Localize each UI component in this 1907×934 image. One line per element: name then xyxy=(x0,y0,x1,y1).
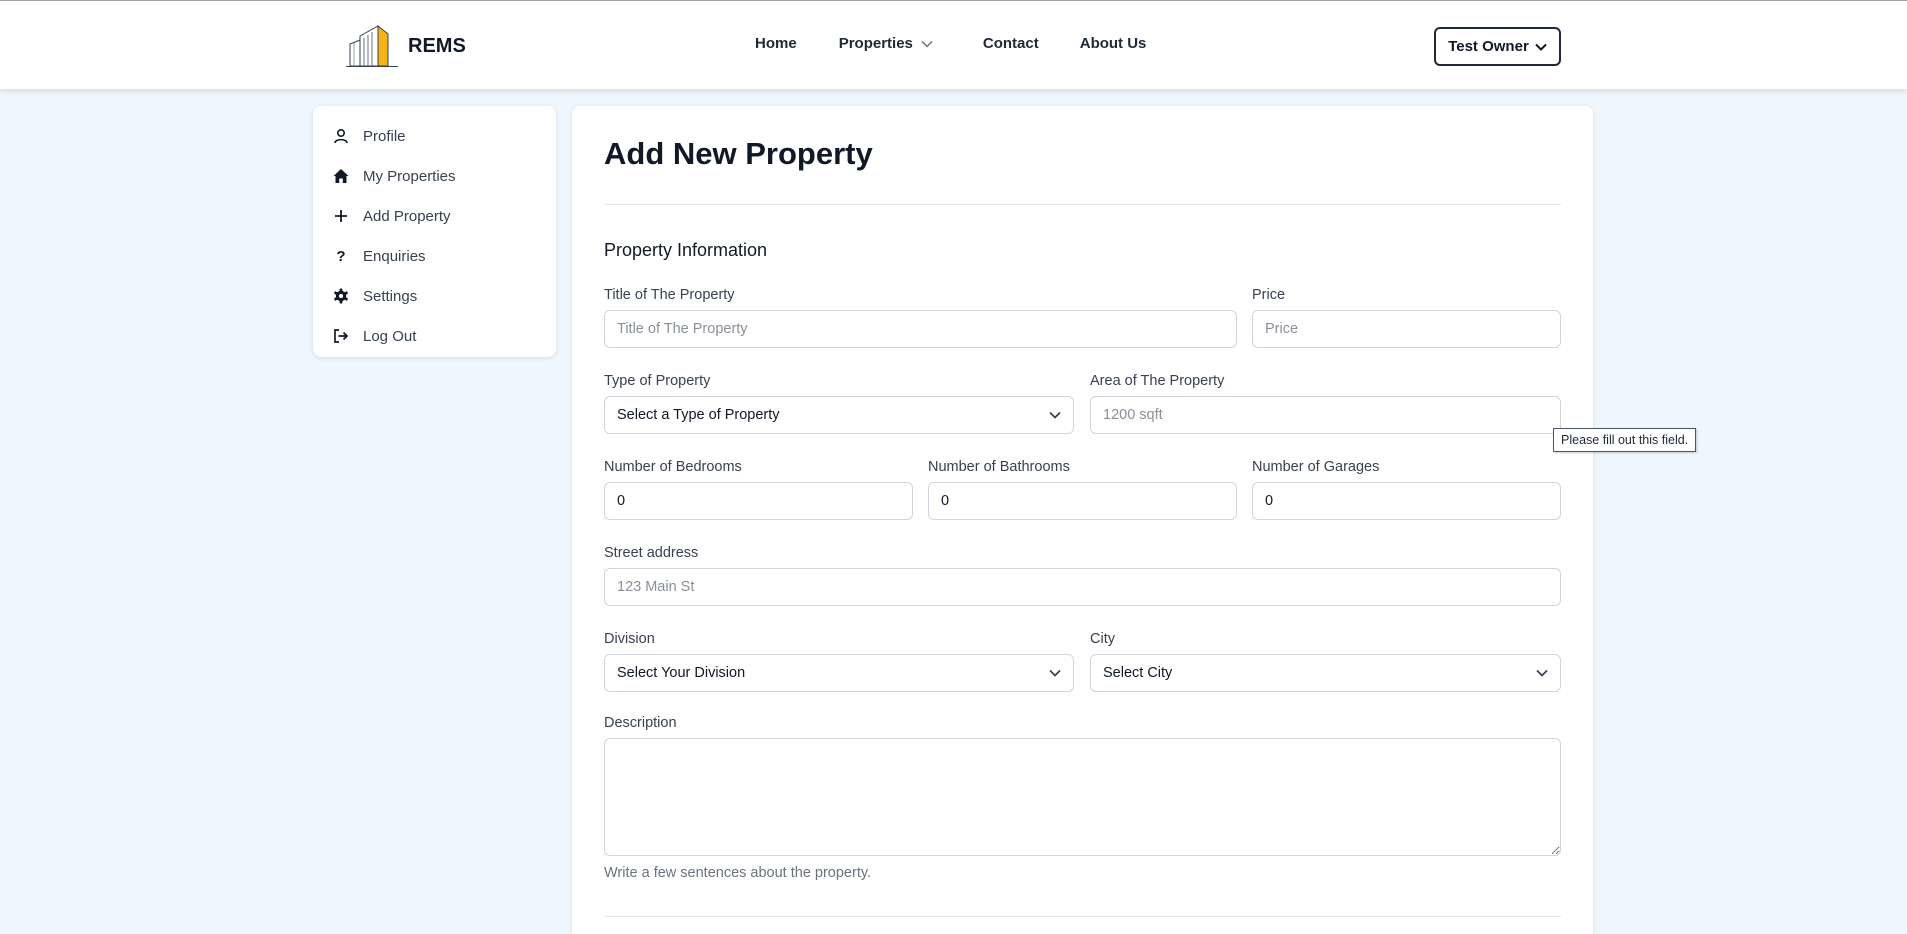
sidebar-item-settings[interactable]: Settings xyxy=(313,276,556,316)
user-icon xyxy=(333,128,349,144)
chevron-down-icon xyxy=(921,40,933,48)
sidebar-item-enquiries[interactable]: ? Enquiries xyxy=(313,236,556,276)
nav-contact-link[interactable]: Contact xyxy=(983,35,1039,52)
nav-properties-label: Properties xyxy=(838,35,913,52)
add-property-form-card: Add New Property Property Information Ti… xyxy=(572,106,1593,934)
user-menu-button[interactable]: Test Owner xyxy=(1434,27,1561,66)
sidebar-item-label: My Properties xyxy=(363,167,456,185)
title-label: Title of The Property xyxy=(604,287,735,303)
division-label: Division xyxy=(604,631,655,647)
brand-logo[interactable]: REMS xyxy=(344,23,466,69)
description-textarea[interactable] xyxy=(604,738,1561,856)
area-input[interactable] xyxy=(1090,396,1561,434)
division-select[interactable]: Select Your Division xyxy=(604,654,1074,692)
bathrooms-label: Number of Bathrooms xyxy=(928,459,1070,475)
price-input[interactable] xyxy=(1252,310,1561,348)
street-address-input[interactable] xyxy=(604,568,1561,606)
validation-tooltip: Please fill out this field. xyxy=(1553,428,1697,452)
sidebar-item-my-properties[interactable]: My Properties xyxy=(313,156,556,196)
street-label: Street address xyxy=(604,545,699,561)
sidebar-item-label: Settings xyxy=(363,287,418,305)
plus-icon xyxy=(333,208,349,224)
bedrooms-input[interactable] xyxy=(604,482,913,520)
question-icon: ? xyxy=(336,247,346,265)
account-sidebar: Profile My Properties Add Property ? Enq… xyxy=(313,106,556,357)
property-title-input[interactable] xyxy=(604,310,1237,348)
property-type-value: Select a Type of Property xyxy=(617,407,780,423)
city-value: Select City xyxy=(1103,665,1173,681)
chevron-down-icon xyxy=(1535,43,1547,51)
garages-label: Number of Garages xyxy=(1252,459,1380,475)
brand-name: REMS xyxy=(408,34,466,57)
chevron-down-icon xyxy=(1536,669,1548,677)
divider xyxy=(604,916,1561,917)
sidebar-item-label: Log Out xyxy=(363,327,417,345)
property-type-select[interactable]: Select a Type of Property xyxy=(604,396,1074,434)
bathrooms-input[interactable] xyxy=(928,482,1237,520)
city-select[interactable]: Select City xyxy=(1090,654,1561,692)
building-logo-icon xyxy=(346,24,398,67)
sidebar-item-label: Add Property xyxy=(363,207,451,225)
sidebar-item-profile[interactable]: Profile xyxy=(313,116,556,156)
description-label: Description xyxy=(604,715,677,731)
home-icon xyxy=(333,168,349,184)
user-menu-label: Test Owner xyxy=(1448,38,1529,55)
chevron-down-icon xyxy=(1049,669,1061,677)
sidebar-item-logout[interactable]: Log Out xyxy=(313,316,556,356)
city-label: City xyxy=(1090,631,1115,647)
description-hint: Write a few sentences about the property… xyxy=(604,865,872,881)
nav-properties-dropdown[interactable]: Properties xyxy=(839,35,933,52)
logout-icon xyxy=(333,328,349,344)
gear-icon xyxy=(333,288,349,304)
divider xyxy=(604,204,1561,205)
nav-home-link[interactable]: Home xyxy=(755,35,797,52)
main-nav: Home Properties Contact About Us xyxy=(755,35,1146,52)
section-title: Property Information xyxy=(604,240,768,260)
page-title: Add New Property xyxy=(604,136,873,171)
sidebar-item-label: Profile xyxy=(363,127,406,145)
garages-input[interactable] xyxy=(1252,482,1561,520)
top-navbar: REMS Home Properties Contact About Us Te… xyxy=(0,0,1907,89)
sidebar-item-add-property[interactable]: Add Property xyxy=(313,196,556,236)
bedrooms-label: Number of Bedrooms xyxy=(604,459,742,475)
nav-about-link[interactable]: About Us xyxy=(1080,35,1147,52)
chevron-down-icon xyxy=(1049,411,1061,419)
type-label: Type of Property xyxy=(604,373,711,389)
division-value: Select Your Division xyxy=(617,665,746,681)
area-label: Area of The Property xyxy=(1090,373,1225,389)
price-label: Price xyxy=(1252,287,1286,303)
sidebar-item-label: Enquiries xyxy=(363,247,426,265)
